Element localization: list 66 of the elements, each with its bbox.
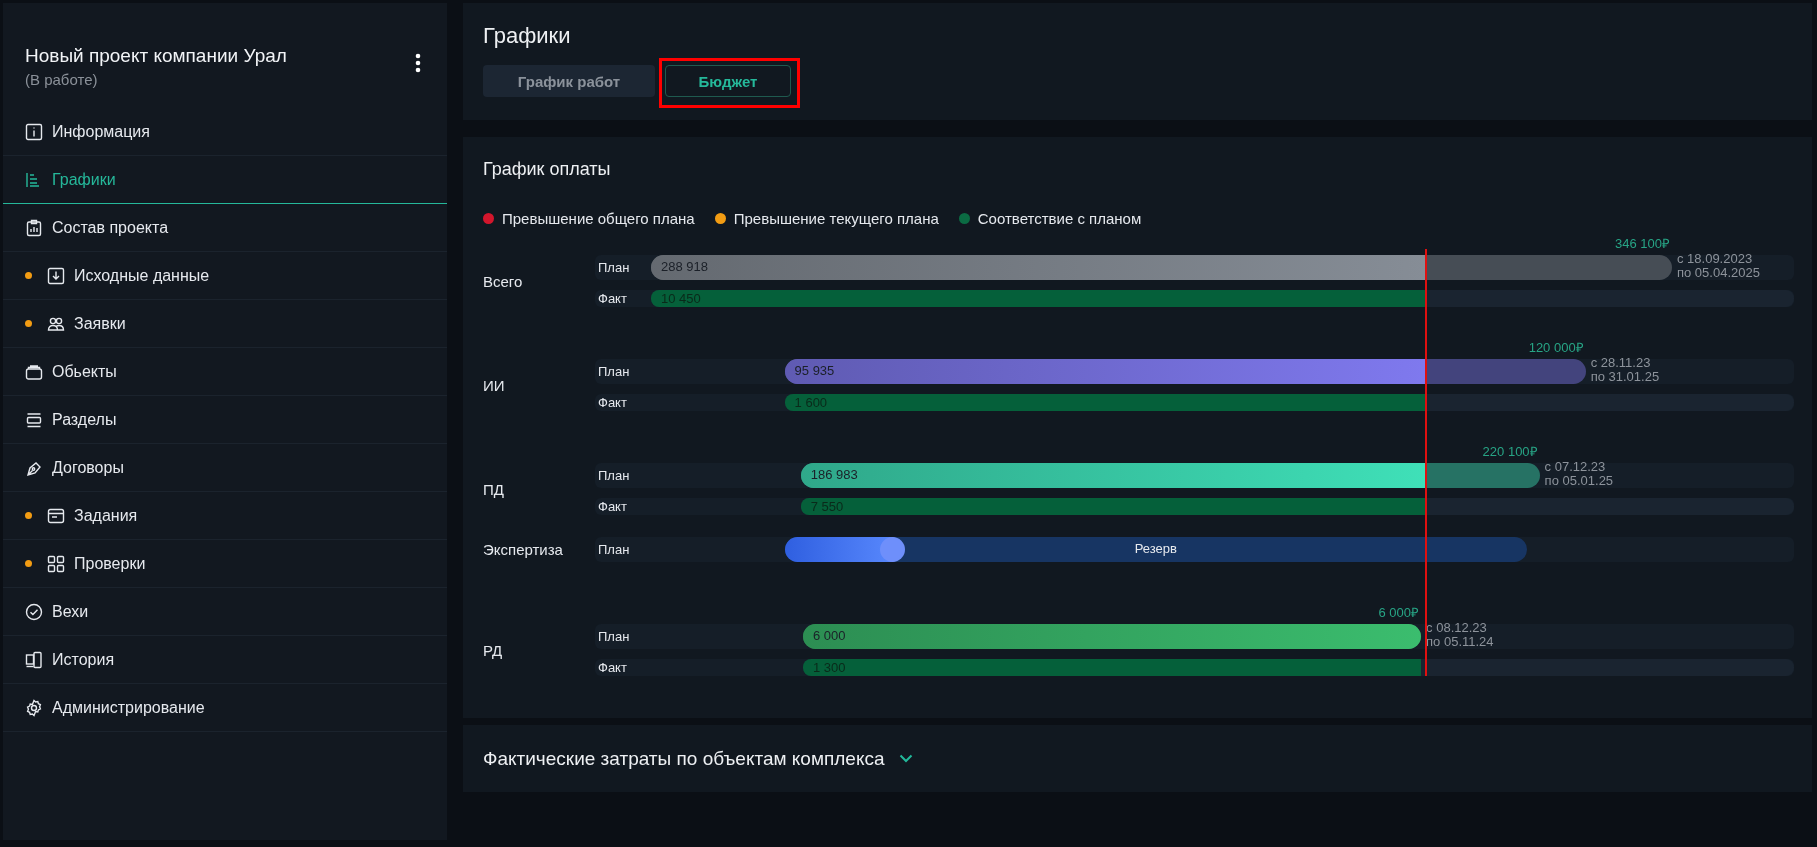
fact-label: Факт xyxy=(597,660,628,675)
plan-label: План xyxy=(597,260,631,275)
nav-item[interactable]: Исходные данные xyxy=(3,252,447,300)
grid-icon xyxy=(47,554,65,573)
nav-item[interactable]: Администрирование xyxy=(3,684,447,732)
plan-label: План xyxy=(597,629,631,644)
nav-item[interactable]: Заявки xyxy=(3,300,447,348)
nav-item[interactable]: Графики xyxy=(3,156,447,204)
end-date: по 05.11.24 xyxy=(1426,635,1494,649)
nav-item[interactable]: Проверки xyxy=(3,540,447,588)
more-icon[interactable] xyxy=(415,53,421,73)
row-label: Всего xyxy=(483,272,524,290)
plan-label: План xyxy=(597,468,631,483)
start-date: с 08.12.23 xyxy=(1426,621,1488,635)
section-title: График оплаты xyxy=(483,159,612,180)
fact-label: Факт xyxy=(597,395,628,410)
nav-item[interactable]: Обьекты xyxy=(3,348,447,396)
plan-value: 288 918 xyxy=(661,259,709,274)
legend-label: Соответствие с планом xyxy=(977,210,1142,227)
clipboard-icon xyxy=(25,218,43,237)
devices-icon xyxy=(25,650,43,669)
chevron-icon xyxy=(898,754,913,763)
window-icon xyxy=(47,506,65,525)
plan-value: 6 000 xyxy=(813,628,846,643)
costs-panel[interactable]: Фактические затраты по объектам комплекса xyxy=(463,725,1812,792)
plan-label: План xyxy=(597,542,631,557)
start-date: с 18.09.2023 xyxy=(1676,252,1754,266)
project-title: Новый проект компании Урал xyxy=(25,45,287,67)
row-label: ИИ xyxy=(483,376,506,394)
legend-label: Превышение текущего плана xyxy=(733,210,939,227)
nav-item[interactable]: Задания xyxy=(3,492,447,540)
budget-total: 120 000₽ xyxy=(1528,339,1584,356)
nav-item[interactable]: Разделы xyxy=(3,396,447,444)
fact-label: Факт xyxy=(597,499,628,514)
nav-item[interactable]: Информация xyxy=(3,108,447,156)
start-date: с 28.11.23 xyxy=(1590,356,1652,370)
reserve-label: Резерв xyxy=(1133,541,1178,556)
budget-total: 346 100₽ xyxy=(1614,235,1670,252)
tab[interactable]: График работ xyxy=(483,65,655,97)
row-label: ПД xyxy=(483,480,505,498)
download-icon xyxy=(47,266,65,285)
tray-icon xyxy=(25,362,43,381)
settings-icon xyxy=(25,698,43,717)
nav-item[interactable]: История xyxy=(3,636,447,684)
plan-value: 95 935 xyxy=(794,363,835,378)
start-date: с 07.12.23 xyxy=(1544,460,1607,474)
end-date: по 31.01.25 xyxy=(1590,370,1660,384)
nav-item[interactable]: Вехи xyxy=(3,588,447,636)
plan-value: 186 983 xyxy=(810,467,858,482)
budget-total: 220 100₽ xyxy=(1482,443,1538,460)
row-label: Экспертиза xyxy=(483,541,564,558)
tab[interactable]: Бюджет xyxy=(665,65,791,97)
layers-icon xyxy=(25,410,43,429)
end-date: по 05.01.25 xyxy=(1544,474,1614,488)
nav-item[interactable]: Состав проекта xyxy=(3,204,447,252)
project-status: (В работе) xyxy=(25,71,99,88)
info-icon xyxy=(25,122,43,141)
page-title: Графики xyxy=(483,23,572,49)
fact-label: Факт xyxy=(597,291,628,306)
legend-label: Превышение общего плана xyxy=(502,210,695,227)
check-circle-icon xyxy=(25,602,43,621)
budget-total: 6 000₽ xyxy=(1378,604,1420,621)
nav-item[interactable]: Договоры xyxy=(3,444,447,492)
row-label: РД xyxy=(483,641,504,659)
end-date: по 05.04.2025 xyxy=(1676,266,1760,280)
plan-label: План xyxy=(597,364,631,379)
